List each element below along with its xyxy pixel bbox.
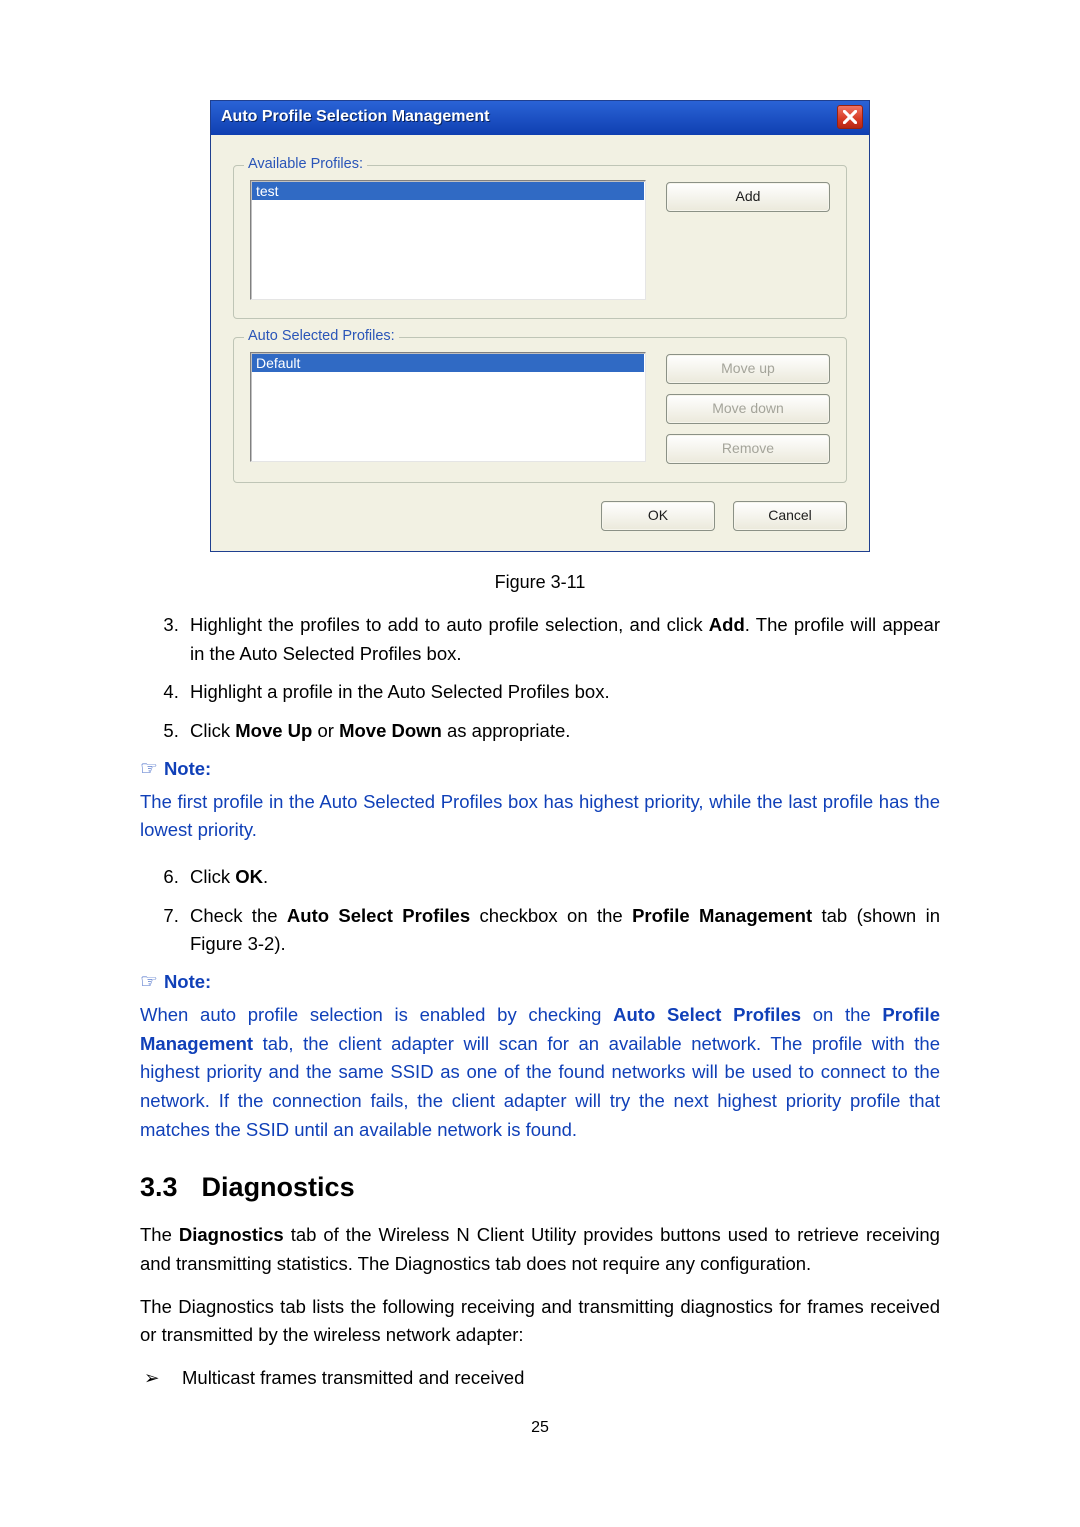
note-header-1: ☞ Note: [140,758,940,780]
add-button[interactable]: Add [666,182,830,212]
step-7: Check the Auto Select Profiles checkbox … [184,902,940,959]
titlebar: Auto Profile Selection Management [211,101,869,135]
step-5: Click Move Up or Move Down as appropriat… [184,717,940,746]
ok-button[interactable]: OK [601,501,715,531]
selected-listbox[interactable]: Default [250,352,646,462]
diagnostics-para-2: The Diagnostics tab lists the following … [140,1293,940,1350]
close-button[interactable] [837,105,863,129]
dialog-window: Auto Profile Selection Management Availa… [210,100,870,552]
note-body-1: The first profile in the Auto Selected P… [140,788,940,845]
available-listbox[interactable]: test [250,180,646,300]
step-4: Highlight a profile in the Auto Selected… [184,678,940,707]
note-body-2: When auto profile selection is enabled b… [140,1001,940,1144]
selected-legend: Auto Selected Profiles: [244,328,399,344]
remove-button[interactable]: Remove [666,434,830,464]
section-heading: 3.3 Diagnostics [140,1172,940,1203]
figure-caption: Figure 3-11 [140,572,940,593]
section-title: Diagnostics [202,1172,355,1203]
note-label: Note: [164,971,211,993]
instruction-list-b: Click OK. Check the Auto Select Profiles… [140,863,940,959]
hand-icon: ☞ [140,759,158,779]
available-profiles-group: Available Profiles: test Add [233,165,847,319]
selected-profiles-group: Auto Selected Profiles: Default Move up … [233,337,847,483]
available-legend: Available Profiles: [244,156,367,172]
diagnostics-bullets: ➢ Multicast frames transmitted and recei… [140,1364,940,1393]
close-icon [843,110,857,124]
page-number: 25 [140,1419,940,1437]
section-number: 3.3 [140,1172,178,1203]
dialog-title: Auto Profile Selection Management [221,108,489,126]
step-3: Highlight the profiles to add to auto pr… [184,611,940,668]
note-label: Note: [164,758,211,780]
bullet-1: ➢ Multicast frames transmitted and recei… [140,1364,940,1393]
arrow-icon: ➢ [144,1364,162,1393]
dialog-screenshot: Auto Profile Selection Management Availa… [210,100,870,552]
list-item[interactable]: Default [252,354,644,372]
instruction-list-a: Highlight the profiles to add to auto pr… [140,611,940,746]
diagnostics-para-1: The Diagnostics tab of the Wireless N Cl… [140,1221,940,1278]
note-header-2: ☞ Note: [140,971,940,993]
move-up-button[interactable]: Move up [666,354,830,384]
step-6: Click OK. [184,863,940,892]
move-down-button[interactable]: Move down [666,394,830,424]
hand-icon: ☞ [140,972,158,992]
list-item[interactable]: test [252,182,644,200]
cancel-button[interactable]: Cancel [733,501,847,531]
